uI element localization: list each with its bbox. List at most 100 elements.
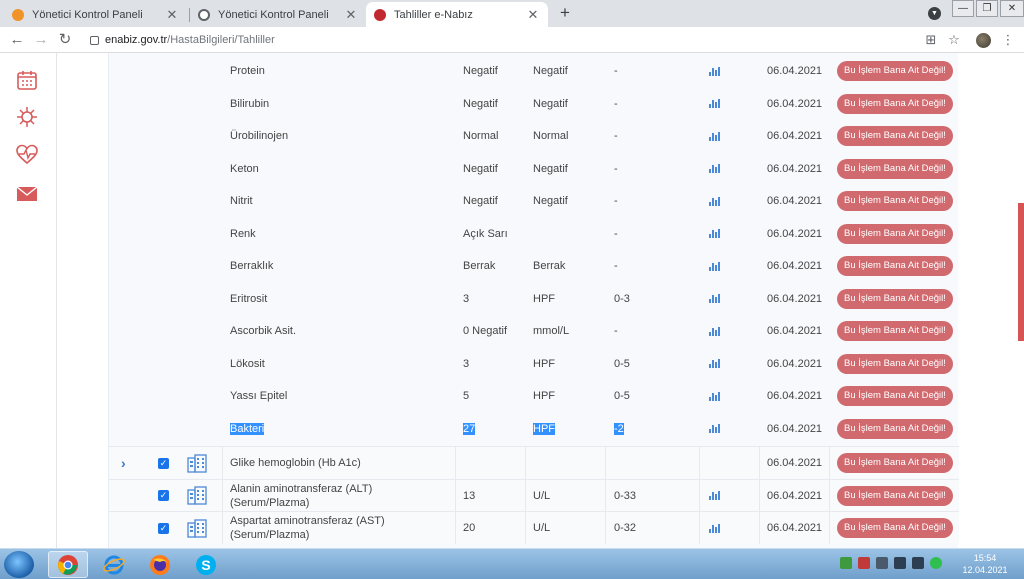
menu-kebab-icon[interactable]: ⋮ xyxy=(1000,32,1016,48)
reload-button[interactable]: ↻ xyxy=(56,31,74,49)
bar-chart-icon[interactable] xyxy=(709,99,720,108)
not-my-record-button[interactable]: Bu İşlem Bana Ait Değil! xyxy=(837,518,953,538)
not-my-record-button[interactable]: Bu İşlem Bana Ait Değil! xyxy=(837,321,953,341)
result-date: 06.04.2021 xyxy=(767,325,823,337)
profile-avatar[interactable] xyxy=(976,33,991,48)
result-name: Ascorbik Asit. xyxy=(230,325,297,337)
not-my-record-button[interactable]: Bu İşlem Bana Ait Değil! xyxy=(837,126,953,146)
bar-chart-icon[interactable] xyxy=(709,294,720,303)
not-my-record-button[interactable]: Bu İşlem Bana Ait Değil! xyxy=(837,191,953,211)
result-value: Berrak xyxy=(463,260,496,272)
close-icon[interactable]: ✕ xyxy=(344,7,358,23)
restore-button[interactable]: ❐ xyxy=(976,0,998,17)
bar-chart-icon[interactable] xyxy=(709,131,720,141)
results-table: Protein Negatif Negatif - 06.04.2021 Bu İşlem… xyxy=(108,53,959,548)
not-my-record-button[interactable]: Bu İşlem Bana Ait Değil! xyxy=(837,288,953,309)
not-my-record-button[interactable]: Bu İşlem Bana Ait Değil! xyxy=(837,418,953,439)
hospital-icon xyxy=(187,453,207,473)
close-icon[interactable]: ✕ xyxy=(165,7,179,23)
new-tab-button[interactable]: + xyxy=(556,4,574,22)
clock-time: 15:54 xyxy=(973,553,997,563)
not-my-record-button[interactable]: Bu İşlem Bana Ait Değil! xyxy=(837,485,953,506)
check-icon[interactable] xyxy=(930,557,942,569)
test-date: 06.04.2021 xyxy=(767,489,823,502)
row-checkbox[interactable]: ✓ xyxy=(158,490,169,501)
tab-yonetici-1[interactable]: Yönetici Kontrol Paneli ✕ xyxy=(4,2,187,27)
row-checkbox[interactable]: ✓ xyxy=(158,457,169,469)
heart-pulse-icon[interactable] xyxy=(16,144,38,166)
tab-search-icon[interactable]: ▼ xyxy=(928,7,941,20)
shield-icon[interactable] xyxy=(840,557,852,569)
row-checkbox[interactable]: ✓ xyxy=(158,522,169,534)
bar-chart-icon[interactable] xyxy=(709,523,720,533)
address-bar[interactable]: enabiz.gov.tr /HastaBilgileri/Tahliller xyxy=(84,30,944,50)
bar-chart-icon[interactable] xyxy=(709,326,720,336)
result-value: Normal xyxy=(463,130,499,142)
column-divider xyxy=(455,512,456,544)
test-row[interactable]: ✓ Alanin aminotransferaz (ALT) (Serum/Pla… xyxy=(109,478,959,512)
result-row: Berraklık Berrak Berrak - 06.04.2021 Bu İşlem… xyxy=(109,250,959,282)
window-close-button[interactable]: ✕ xyxy=(1000,0,1024,17)
column-divider xyxy=(222,512,223,544)
result-value: Açık Sarı xyxy=(463,227,508,240)
bar-chart-icon[interactable] xyxy=(709,164,720,173)
result-value: 27 xyxy=(463,422,476,435)
device-icon[interactable] xyxy=(876,557,888,569)
column-divider xyxy=(605,512,606,544)
close-icon[interactable]: ✕ xyxy=(526,7,540,23)
bar-chart-icon[interactable] xyxy=(709,261,720,271)
not-my-record-button[interactable]: Bu İşlem Bana Ait Değil! xyxy=(837,61,953,81)
globe-icon xyxy=(198,8,210,21)
result-reference-range: - xyxy=(614,97,618,110)
result-unit: mmol/L xyxy=(533,325,570,337)
column-divider xyxy=(699,512,700,544)
virus-icon[interactable] xyxy=(16,106,38,128)
bar-chart-icon[interactable] xyxy=(709,491,720,500)
result-reference-range: - xyxy=(614,260,618,272)
taskbar-ie[interactable] xyxy=(94,551,134,578)
not-my-record-button[interactable]: Bu İşlem Bana Ait Değil! xyxy=(837,158,953,179)
column-divider xyxy=(605,479,606,512)
bar-chart-icon[interactable] xyxy=(709,66,720,76)
taskbar-skype[interactable]: S xyxy=(186,551,226,578)
test-row[interactable]: ✓ Aspartat aminotransferaz (AST) (Serum/P… xyxy=(109,511,959,544)
expand-chevron-icon[interactable]: › xyxy=(121,455,126,471)
forward-button[interactable]: → xyxy=(32,31,50,49)
tab-tahliller[interactable]: Tahliller e-Nabız ✕ xyxy=(366,2,548,27)
result-row: Yassı Epitel 5 HPF 0-5 06.04.2021 Bu İşlem Ba… xyxy=(109,380,959,412)
not-my-record-button[interactable]: Bu İşlem Bana Ait Değil! xyxy=(837,386,953,406)
taskbar-firefox[interactable] xyxy=(140,551,180,578)
not-my-record-button[interactable]: Bu İşlem Bana Ait Değil! xyxy=(837,256,953,276)
not-my-record-button[interactable]: Bu İşlem Bana Ait Değil! xyxy=(837,223,953,244)
firefox-icon xyxy=(150,554,170,575)
test-reference-range: 0-32 xyxy=(614,522,637,534)
back-button[interactable]: ← xyxy=(8,31,26,49)
not-my-record-button[interactable]: Bu İşlem Bana Ait Değil! xyxy=(837,353,953,374)
result-value: Negatif xyxy=(463,195,498,207)
result-reference-range: - xyxy=(614,130,618,142)
result-row: Keton Negatif Negatif - 06.04.2021 Bu İşlem B… xyxy=(109,153,959,185)
bar-chart-icon[interactable] xyxy=(709,229,720,238)
calendar-icon[interactable] xyxy=(16,69,38,91)
taskbar-chrome[interactable] xyxy=(48,551,88,578)
start-button[interactable] xyxy=(4,551,34,578)
not-my-record-button[interactable]: Bu İşlem Bana Ait Değil! xyxy=(837,453,953,473)
result-unit: Negatif xyxy=(533,97,568,110)
not-my-record-button[interactable]: Bu İşlem Bana Ait Değil! xyxy=(837,93,953,114)
antivirus-icon[interactable] xyxy=(858,557,870,569)
network-icon[interactable] xyxy=(894,557,906,569)
bar-chart-icon[interactable] xyxy=(709,359,720,368)
minimize-button[interactable]: — xyxy=(952,0,974,17)
bar-chart-icon[interactable] xyxy=(709,424,720,433)
result-name: Eritrosit xyxy=(230,292,268,305)
bar-chart-icon[interactable] xyxy=(709,391,720,401)
mail-icon[interactable] xyxy=(16,183,38,205)
speaker-icon[interactable] xyxy=(912,557,924,569)
qr-code-icon[interactable]: ⊞ xyxy=(923,32,939,48)
bar-chart-icon[interactable] xyxy=(709,196,720,206)
bookmark-star-icon[interactable]: ☆ xyxy=(946,32,962,48)
tab-yonetici-2[interactable]: Yönetici Kontrol Paneli ✕ xyxy=(190,2,366,27)
test-row[interactable]: › ✓ Glike hemoglobin (Hb A1c) 06.04.2021 Bu … xyxy=(109,446,959,479)
system-clock[interactable]: 15:54 12.04.2021 xyxy=(960,552,1010,576)
column-divider xyxy=(829,447,830,479)
